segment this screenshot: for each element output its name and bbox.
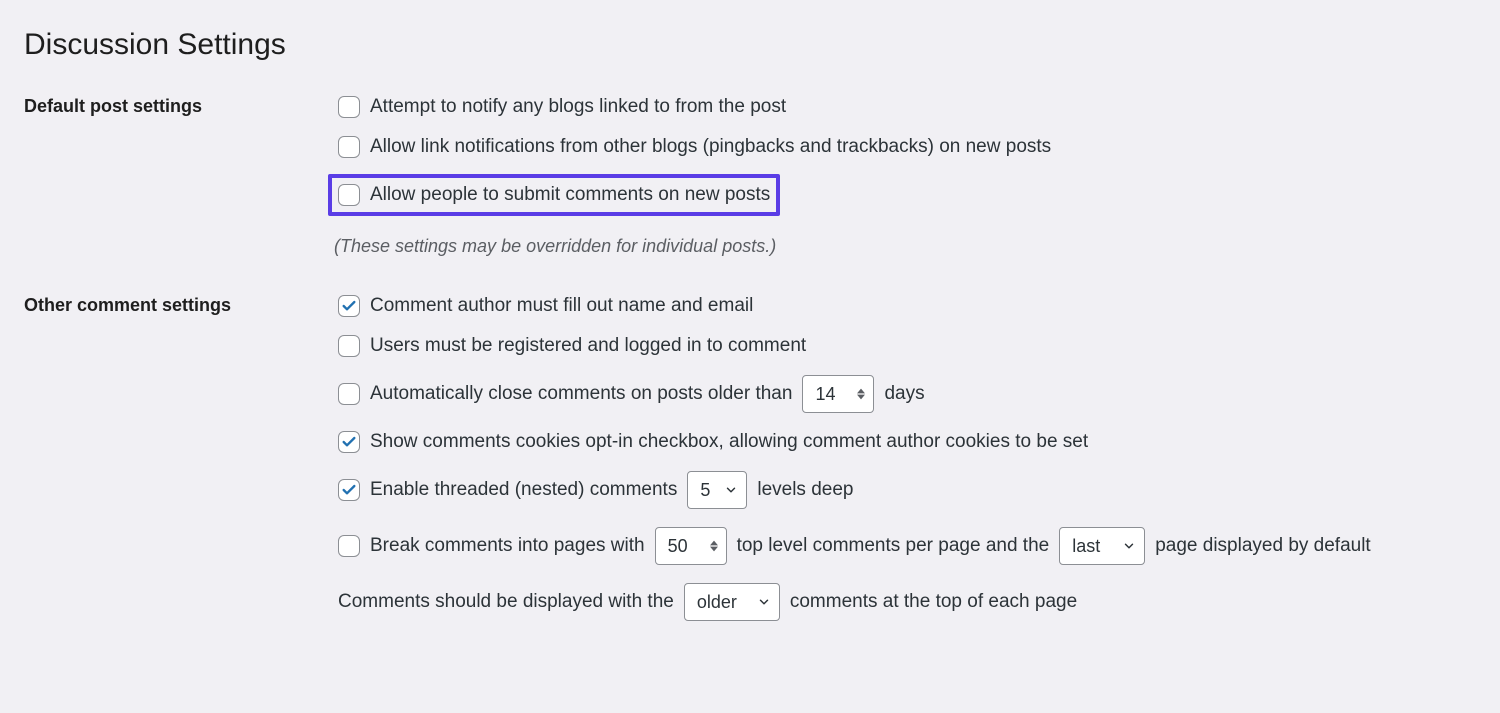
allow-comments-checkbox[interactable]: [338, 184, 360, 206]
sort-order-select[interactable]: older: [684, 583, 780, 621]
setting-break-pages: Break comments into pages with 50 top le…: [334, 525, 1476, 567]
comments-per-page-value: 50: [668, 536, 688, 557]
chevron-down-icon: [1122, 539, 1136, 553]
setting-notify-blogs: Attempt to notify any blogs linked to fr…: [334, 94, 1476, 120]
setting-fill-name-email: Comment author must fill out name and em…: [334, 293, 1476, 319]
threaded-checkbox[interactable]: [338, 479, 360, 501]
auto-close-label-after: days: [884, 383, 924, 405]
page-title: Discussion Settings: [24, 28, 1476, 62]
chevron-down-icon: [757, 595, 771, 609]
allow-pingbacks-label: Allow link notifications from other blog…: [370, 136, 1051, 158]
threaded-label-after: levels deep: [757, 479, 853, 501]
comments-per-page-input[interactable]: 50: [655, 527, 727, 565]
setting-threaded: Enable threaded (nested) comments 5 leve…: [334, 469, 1476, 511]
threaded-label-before: Enable threaded (nested) comments: [370, 479, 677, 501]
stepper-icon: [857, 388, 865, 400]
cookies-checkbox[interactable]: [338, 431, 360, 453]
break-pages-label-mid: top level comments per page and the: [737, 535, 1050, 557]
registered-label: Users must be registered and logged in t…: [370, 335, 806, 357]
setting-registered: Users must be registered and logged in t…: [334, 333, 1476, 359]
auto-close-days-value: 14: [815, 384, 835, 405]
sort-order-value: older: [697, 592, 737, 613]
allow-pingbacks-checkbox[interactable]: [338, 136, 360, 158]
fill-name-email-checkbox[interactable]: [338, 295, 360, 317]
registered-checkbox[interactable]: [338, 335, 360, 357]
stepper-icon: [710, 540, 718, 552]
fill-name-email-label: Comment author must fill out name and em…: [370, 295, 753, 317]
auto-close-label-before: Automatically close comments on posts ol…: [370, 383, 792, 405]
default-post-hint: (These settings may be overridden for in…: [334, 236, 1476, 257]
setting-allow-comments: Allow people to submit comments on new p…: [328, 174, 780, 216]
threaded-levels-select[interactable]: 5: [687, 471, 747, 509]
chevron-down-icon: [724, 483, 738, 497]
auto-close-checkbox[interactable]: [338, 383, 360, 405]
other-comment-settings-label: Other comment settings: [24, 293, 334, 316]
allow-comments-label: Allow people to submit comments on new p…: [370, 184, 770, 206]
default-page-select[interactable]: last: [1059, 527, 1145, 565]
break-pages-label-before: Break comments into pages with: [370, 535, 645, 557]
default-post-settings-section: Default post settings Attempt to notify …: [24, 94, 1476, 257]
notify-blogs-checkbox[interactable]: [338, 96, 360, 118]
break-pages-checkbox[interactable]: [338, 535, 360, 557]
setting-cookies: Show comments cookies opt-in checkbox, a…: [334, 429, 1476, 455]
setting-auto-close: Automatically close comments on posts ol…: [334, 373, 1476, 415]
setting-allow-pingbacks: Allow link notifications from other blog…: [334, 134, 1476, 160]
cookies-label: Show comments cookies opt-in checkbox, a…: [370, 431, 1088, 453]
other-comment-settings-section: Other comment settings Comment author mu…: [24, 293, 1476, 637]
sort-label-before: Comments should be displayed with the: [338, 591, 674, 613]
threaded-levels-value: 5: [700, 480, 710, 501]
auto-close-days-input[interactable]: 14: [802, 375, 874, 413]
default-page-value: last: [1072, 536, 1100, 557]
setting-sort-order: Comments should be displayed with the ol…: [334, 581, 1476, 623]
notify-blogs-label: Attempt to notify any blogs linked to fr…: [370, 96, 786, 118]
sort-label-after: comments at the top of each page: [790, 591, 1077, 613]
break-pages-label-after: page displayed by default: [1155, 535, 1371, 557]
default-post-settings-label: Default post settings: [24, 94, 334, 117]
